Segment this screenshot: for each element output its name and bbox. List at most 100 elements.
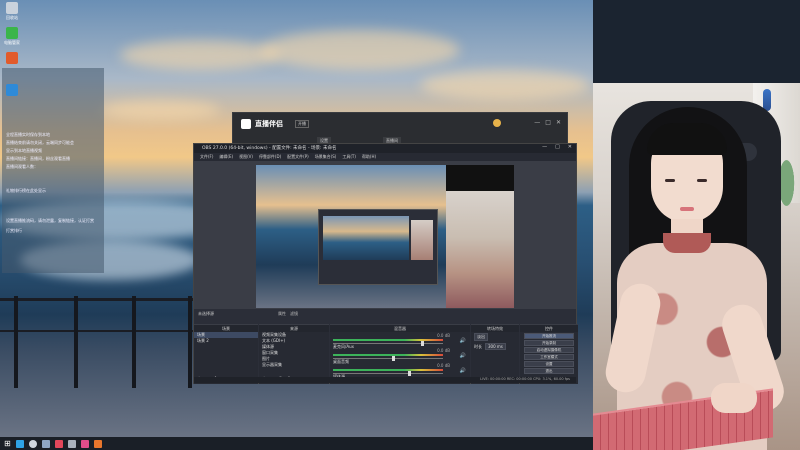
mixer-channel: 桌面音频 0.0 dB 🔊 bbox=[330, 347, 470, 364]
recycle-bin-icon bbox=[6, 2, 18, 14]
desktop-icon-app[interactable] bbox=[2, 84, 22, 96]
app-icon[interactable] bbox=[93, 439, 102, 448]
scenes-dock-title: 场景 bbox=[194, 325, 258, 332]
side-line: 直播间链接：直播间，粉丝观看直播 bbox=[6, 156, 70, 161]
controls-dock-title: 控件 bbox=[520, 325, 578, 332]
scenes-dock: 场景 场景 场景 2 + − ⌃ ⌄ bbox=[194, 324, 258, 384]
volume-knob[interactable] bbox=[391, 356, 395, 361]
minimize-icon[interactable]: — bbox=[534, 119, 540, 126]
taskbar: ⊞ bbox=[0, 437, 593, 450]
search-icon[interactable] bbox=[28, 439, 37, 448]
brand-name: 直播伴侣 bbox=[255, 120, 283, 128]
settings-button[interactable]: 设置 bbox=[524, 361, 574, 367]
obs-menubar: 文件(F) 编辑(E) 视图(V) 停靠部件(D) 配置文件(P) 场景集合(S… bbox=[194, 153, 576, 161]
obs-preview-area bbox=[194, 161, 576, 309]
menu-docks[interactable]: 停靠部件(D) bbox=[259, 153, 281, 161]
mixer-channel: 媒体源 0.0 dB 🔊 bbox=[330, 362, 470, 379]
studio-mode-button[interactable]: 工作室模式 bbox=[524, 354, 574, 360]
menu-profile[interactable]: 配置文件(P) bbox=[287, 153, 309, 161]
side-line: 直播间观看人数： bbox=[6, 164, 38, 169]
volume-knob[interactable] bbox=[420, 341, 424, 346]
maximize-icon[interactable]: □ bbox=[545, 119, 551, 126]
controls-dock: 控件 开始推流 开始录制 启动虚拟摄像机 工作室模式 设置 退出 bbox=[520, 324, 578, 384]
start-recording-button[interactable]: 开始录制 bbox=[524, 340, 574, 346]
volume-slider[interactable] bbox=[333, 343, 443, 344]
volume-meter bbox=[333, 339, 443, 341]
volume-slider[interactable] bbox=[333, 373, 443, 374]
side-line: 打赏排行 bbox=[6, 228, 22, 233]
audio-mixer-dock: 混音器 麦克风/Aux 0.0 dB 🔊 桌面音频 0.0 dB 🔊 媒体源 0… bbox=[330, 324, 470, 384]
menu-file[interactable]: 文件(F) bbox=[200, 153, 213, 161]
speaker-icon[interactable]: 🔊 bbox=[460, 353, 466, 359]
steam-icon[interactable] bbox=[41, 439, 50, 448]
no-source-selected-label: 未选择源 bbox=[198, 311, 214, 316]
menu-help[interactable]: 帮助(H) bbox=[362, 153, 376, 161]
desktop-icons: 回收站 电脑管家 bbox=[2, 2, 24, 96]
start-virtual-camera-button[interactable]: 启动虚拟摄像机 bbox=[524, 347, 574, 353]
exit-button[interactable]: 退出 bbox=[524, 368, 574, 374]
webcam-feed bbox=[593, 83, 800, 450]
minimize-icon[interactable]: — bbox=[542, 144, 547, 150]
close-icon[interactable]: ✕ bbox=[556, 119, 561, 126]
transitions-dock: 转场特效 淡出 时长 300 ms bbox=[471, 324, 519, 384]
duration-input[interactable]: 300 ms bbox=[485, 343, 506, 350]
desktop-widget-panel: 全程直播实时保存到本地 直播结束前请勿关闭，云端同步可能会 显示到本地直播视频 … bbox=[2, 68, 104, 273]
source-item[interactable]: 显示器采集 bbox=[259, 362, 329, 368]
side-line: 直播结束前请勿关闭，云端同步可能会 bbox=[6, 140, 74, 145]
speaker-icon[interactable]: 🔊 bbox=[460, 368, 466, 374]
shield-icon bbox=[6, 27, 18, 39]
maximize-icon[interactable]: □ bbox=[555, 144, 560, 150]
obs-title: OBS 27.0.0 (64-bit, windows) - 配置文件: 未命名… bbox=[202, 146, 337, 151]
mixer-dock-title: 混音器 bbox=[330, 325, 470, 332]
volume-meter bbox=[333, 369, 443, 371]
volume-slider[interactable] bbox=[333, 358, 443, 359]
mixer-channel-db: 0.0 dB bbox=[437, 363, 450, 368]
menu-view[interactable]: 视图(V) bbox=[239, 153, 253, 161]
avatar[interactable] bbox=[493, 119, 501, 127]
desktop-icon-pc-manager[interactable]: 电脑管家 bbox=[2, 27, 22, 46]
side-line: 礼物排行榜在此处显示 bbox=[6, 188, 46, 193]
windows-start-icon[interactable]: ⊞ bbox=[4, 439, 11, 448]
desktop-icon-recycle-bin[interactable]: 回收站 bbox=[2, 2, 22, 21]
obs-window: OBS 27.0.0 (64-bit, windows) - 配置文件: 未命名… bbox=[193, 143, 578, 384]
close-icon[interactable]: ✕ bbox=[568, 144, 572, 150]
app-icon[interactable] bbox=[67, 439, 76, 448]
volume-knob[interactable] bbox=[407, 371, 411, 376]
side-line: 设置直播推流码，请勿泄露，复制链接，认证打赏 bbox=[6, 218, 94, 223]
side-line: 显示到本地直播视频 bbox=[6, 148, 42, 153]
properties-button[interactable]: 属性 bbox=[278, 311, 286, 317]
preview-desktop-capture bbox=[256, 165, 446, 308]
mixer-channel: 麦克风/Aux 0.0 dB 🔊 bbox=[330, 332, 470, 349]
side-line: 全程直播实时保存到本地 bbox=[6, 132, 50, 137]
start-streaming-button[interactable]: 开始推流 bbox=[524, 333, 574, 339]
edge-icon[interactable] bbox=[15, 439, 24, 448]
preview-webcam bbox=[446, 191, 514, 308]
speaker-icon[interactable]: 🔊 bbox=[460, 338, 466, 344]
duration-label: 时长 bbox=[474, 343, 482, 349]
app-icon bbox=[6, 84, 18, 96]
go-live-tag[interactable]: 开播 bbox=[295, 120, 309, 128]
scene-item[interactable]: 场景 2 bbox=[194, 338, 258, 344]
menu-tools[interactable]: 工具(T) bbox=[342, 153, 356, 161]
preview-nested-obs bbox=[318, 209, 438, 285]
mixer-channel-db: 0.0 dB bbox=[437, 348, 450, 353]
tool-window-controls: — □ ✕ bbox=[534, 119, 561, 126]
desktop-icon-app[interactable] bbox=[2, 52, 22, 64]
sources-dock: 来源 视频采集设备 文本 (GDI+) 媒体源 窗口采集 图片 显示器采集 + … bbox=[259, 324, 329, 384]
app-icon[interactable] bbox=[80, 439, 89, 448]
menu-edit[interactable]: 编辑(E) bbox=[219, 153, 233, 161]
preview-canvas[interactable] bbox=[256, 165, 514, 308]
filters-button[interactable]: 滤镜 bbox=[290, 311, 298, 317]
transition-type-select[interactable]: 淡出 bbox=[474, 333, 488, 341]
volume-meter bbox=[333, 354, 443, 356]
status-text: LIVE: 00:00:00 REC: 00:00:00 CPU: 3.1%, … bbox=[480, 377, 570, 381]
mixer-channel-db: 0.0 dB bbox=[437, 333, 450, 338]
menu-scene-collection[interactable]: 场景集合(S) bbox=[315, 153, 337, 161]
app-icon[interactable] bbox=[54, 439, 63, 448]
obs-statusbar: LIVE: 00:00:00 REC: 00:00:00 CPU: 3.1%, … bbox=[194, 377, 576, 383]
obs-titlebar: OBS 27.0.0 (64-bit, windows) - 配置文件: 未命名… bbox=[194, 144, 576, 153]
sources-dock-title: 来源 bbox=[259, 325, 329, 332]
app-icon bbox=[6, 52, 18, 64]
source-toolbar: 属性 滤镜 bbox=[278, 311, 298, 317]
transitions-dock-title: 转场特效 bbox=[471, 325, 519, 332]
